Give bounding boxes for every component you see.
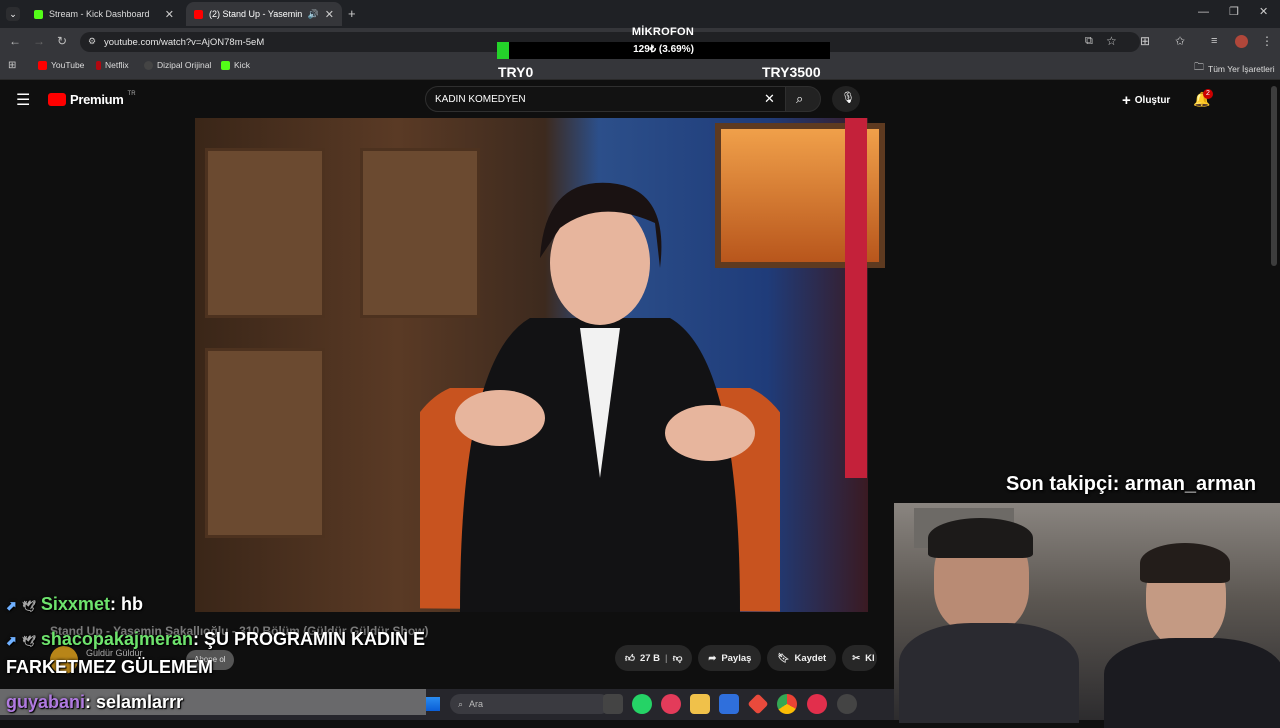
youtube-icon	[194, 9, 203, 19]
chrome-icon[interactable]	[777, 694, 797, 714]
chat-message: ⬈ 🕊︎ Sixxmet: hb	[6, 594, 143, 615]
webcam-overlay	[894, 503, 1280, 728]
install-app-icon[interactable]: ⧉	[1085, 35, 1093, 48]
chat-text-continued: FARKETMEZ GÜLEMEM	[6, 657, 213, 677]
dizipal-icon	[144, 60, 153, 70]
new-tab-button[interactable]: +	[348, 6, 356, 21]
scissors-icon: ✂	[852, 652, 861, 664]
bookmark-youtube[interactable]: YouTube	[38, 60, 84, 70]
thumbs-down-icon[interactable]: 👎︎	[673, 652, 683, 664]
store-icon[interactable]	[719, 694, 739, 714]
netflix-icon	[96, 60, 101, 70]
file-explorer-icon[interactable]	[690, 694, 710, 714]
like-button[interactable]: 👍︎ 27 B | 👎︎	[615, 645, 693, 671]
tab-kick-dashboard[interactable]: Stream - Kick Dashboard ✕	[26, 2, 182, 26]
chat-message: guyabani: selamlarrr	[6, 692, 183, 713]
chat-username: guyabani	[6, 692, 86, 712]
chat-text: : ŞU PROGRAMIN KADIN E	[192, 629, 425, 649]
folder-icon: 🗀	[1194, 62, 1204, 73]
mic-progress-text: 129₺ (3.69%)	[633, 44, 694, 55]
bird-icon: 🕊︎	[21, 636, 36, 648]
close-tab-icon[interactable]: ✕	[165, 8, 174, 21]
chat-username: Sixxmet	[40, 594, 110, 614]
mic-overlay-title: MİKROFON	[631, 26, 695, 38]
bird-icon: 🕊︎	[21, 601, 36, 613]
task-view-icon[interactable]	[603, 694, 623, 714]
bookmark-icon: 🔖︎	[777, 652, 790, 664]
search-icon: ⌕	[458, 698, 464, 709]
share-button[interactable]: ➦ Paylaş	[698, 645, 762, 671]
bookmark-kick[interactable]: Kick	[221, 60, 250, 70]
voice-search-button[interactable]: 🎙	[832, 86, 860, 112]
hamburger-menu-icon[interactable]: ☰	[16, 90, 30, 110]
guest-body	[1104, 638, 1280, 728]
youtube-play-icon	[48, 93, 66, 106]
bookmark-star-icon[interactable]: ☆	[1106, 34, 1117, 48]
kick-badge-icon: ⬈	[6, 598, 17, 613]
profile-avatar[interactable]	[1235, 35, 1248, 48]
back-icon[interactable]: ←	[9, 34, 21, 48]
speaker-icon[interactable]: 🔊	[308, 9, 319, 20]
restore-icon[interactable]: ❐	[1229, 5, 1239, 18]
close-tab-icon[interactable]: ✕	[325, 8, 334, 21]
guest-hair	[1140, 543, 1230, 583]
site-info-icon[interactable]: ⚙	[88, 36, 96, 47]
tab-bar: ⌄ Stream - Kick Dashboard ✕ (2) Stand Up…	[0, 0, 1280, 28]
search-button[interactable]: ⌕	[785, 86, 821, 112]
whatsapp-icon[interactable]	[632, 694, 652, 714]
chat-message: ⬈ 🕊︎ shacopakajmeran: ŞU PROGRAMIN KADIN…	[6, 629, 425, 650]
kick-icon	[34, 9, 43, 19]
youtube-logo[interactable]: Premium TR	[48, 91, 136, 107]
video-actions: 👍︎ 27 B | 👎︎ ➦ Paylaş 🔖︎ Kaydet ✂ Kl	[615, 645, 877, 673]
search-input[interactable]: KADIN KOMEDYEN	[425, 86, 787, 112]
tab-search-icon[interactable]: ⌄	[6, 7, 20, 21]
app-icon[interactable]	[807, 694, 827, 714]
bookmark-dizipal[interactable]: Dizipal Orijinal	[144, 60, 211, 70]
extensions-icon[interactable]: ⊞	[1140, 34, 1150, 48]
stage-door	[205, 348, 325, 538]
tab-youtube-video[interactable]: (2) Stand Up - Yasemin Sak 🔊 ✕	[186, 2, 342, 26]
menu-dots-icon[interactable]: ⋮	[1261, 34, 1273, 48]
streamer-body	[899, 623, 1079, 723]
create-button[interactable]: + Oluştur	[1122, 92, 1170, 109]
stage-curtain	[845, 118, 867, 478]
chat-text: : hb	[109, 594, 143, 614]
search-icon: ⌕	[796, 91, 804, 106]
media-player-icon[interactable]	[661, 694, 681, 714]
save-button[interactable]: 🔖︎ Kaydet	[767, 645, 837, 671]
minimize-icon[interactable]: —	[1198, 6, 1209, 18]
chat-username: shacopakajmeran	[40, 629, 193, 649]
microphone-icon: 🎙	[841, 92, 855, 104]
streamer-hair	[928, 518, 1033, 558]
windows-start-icon[interactable]	[426, 697, 440, 711]
obs-icon[interactable]	[837, 694, 857, 714]
mic-progress-bar: 129₺ (3.69%)	[497, 42, 830, 59]
notification-badge: 2	[1203, 89, 1213, 99]
clip-button[interactable]: ✂ Kl	[842, 645, 877, 671]
kick-badge-icon: ⬈	[6, 633, 17, 648]
reading-list-icon[interactable]: ≡	[1211, 35, 1217, 47]
page-scrollbar[interactable]	[1271, 86, 1277, 266]
thumbs-up-icon: 👍︎	[625, 653, 635, 664]
favorites-icon[interactable]: ✩	[1175, 34, 1185, 48]
last-follower-label: Son takipçi: arman_arman	[1006, 473, 1257, 495]
forward-icon[interactable]: →	[33, 34, 45, 48]
clear-search-icon[interactable]: ✕	[764, 91, 775, 107]
reload-icon[interactable]: ↻	[57, 34, 67, 48]
stage-door	[205, 148, 325, 318]
mic-max-label: TRY3500	[762, 64, 821, 80]
youtube-icon	[38, 60, 47, 70]
taskbar-search[interactable]: ⌕ Ara	[450, 694, 610, 714]
mic-min-label: TRY0	[498, 64, 534, 80]
kick-icon	[221, 60, 230, 70]
plus-icon: +	[1122, 92, 1131, 109]
bookmark-netflix[interactable]: Netflix	[96, 60, 129, 70]
chat-text: : selamlarrr	[85, 692, 184, 712]
close-window-icon[interactable]: ✕	[1259, 5, 1268, 18]
share-icon: ➦	[708, 652, 717, 664]
comedian-figure	[420, 182, 780, 612]
apps-grid-icon[interactable]: ⊞	[8, 60, 16, 71]
all-bookmarks[interactable]: 🗀 Tüm Yer İşaretleri	[1194, 60, 1275, 77]
